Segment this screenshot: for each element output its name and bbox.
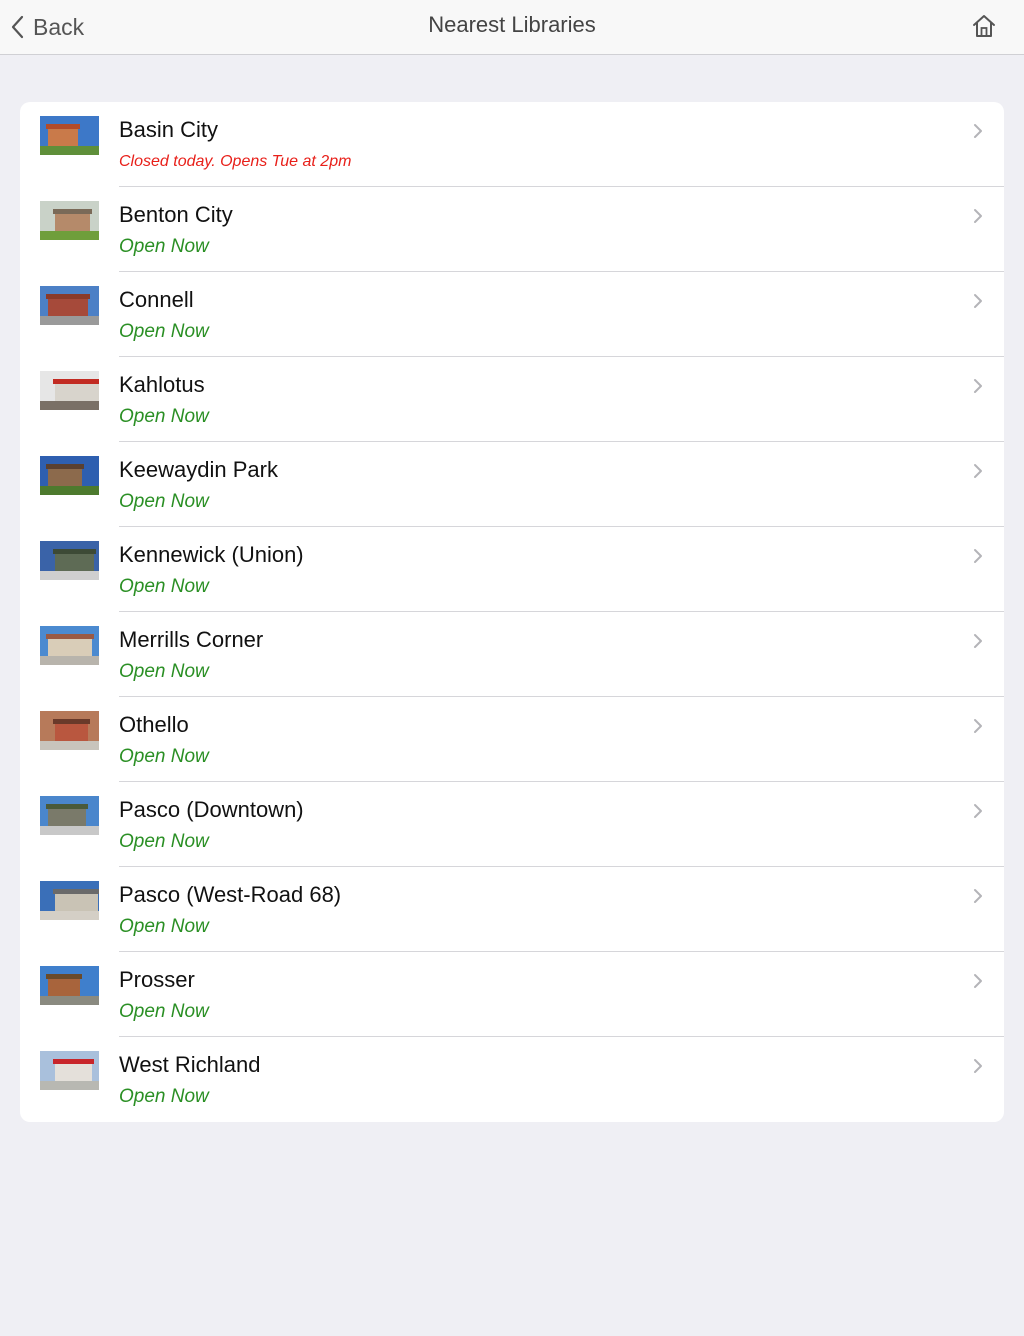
library-row[interactable]: Kahlotus Open Now — [20, 357, 1004, 442]
library-name: West Richland — [119, 1052, 261, 1077]
library-status: Open Now — [119, 576, 209, 597]
library-name: Pasco (Downtown) — [119, 797, 304, 822]
library-status: Open Now — [119, 661, 209, 682]
library-status: Open Now — [119, 1086, 209, 1107]
library-thumbnail — [40, 541, 99, 580]
library-status: Open Now — [119, 236, 209, 257]
library-status: Open Now — [119, 406, 209, 427]
chevron-right-icon — [974, 124, 982, 138]
library-name: Othello — [119, 712, 189, 737]
chevron-right-icon — [974, 974, 982, 988]
library-name: Basin City — [119, 117, 219, 142]
chevron-right-icon — [974, 294, 982, 308]
chevron-right-icon — [974, 1059, 982, 1073]
library-thumbnail — [40, 1051, 99, 1090]
library-name: Connell — [119, 287, 194, 312]
library-thumbnail — [40, 711, 99, 750]
chevron-right-icon — [974, 549, 982, 563]
home-icon[interactable] — [970, 12, 998, 40]
library-row[interactable]: Pasco (West-Road 68) Open Now — [20, 867, 1004, 952]
library-status: Open Now — [119, 1001, 209, 1022]
library-thumbnail — [40, 286, 99, 325]
library-row[interactable]: Merrills Corner Open Now — [20, 612, 1004, 697]
library-name: Keewaydin Park — [119, 457, 278, 482]
library-row[interactable]: Pasco (Downtown) Open Now — [20, 782, 1004, 867]
library-list: Basin City Closed today. Opens Tue at 2pm… — [20, 102, 1004, 1122]
library-name: Kahlotus — [119, 372, 205, 397]
library-status: Open Now — [119, 831, 209, 852]
library-thumbnail — [40, 116, 99, 155]
navigation-bar: Back Nearest Libraries — [0, 0, 1024, 55]
library-row[interactable]: Basin City Closed today. Opens Tue at 2pm — [20, 102, 1004, 187]
chevron-right-icon — [974, 804, 982, 818]
chevron-right-icon — [974, 379, 982, 393]
library-thumbnail — [40, 966, 99, 1005]
library-row[interactable]: Kennewick (Union) Open Now — [20, 527, 1004, 612]
library-thumbnail — [40, 371, 99, 410]
library-row[interactable]: Prosser Open Now — [20, 952, 1004, 1037]
library-name: Merrills Corner — [119, 627, 264, 652]
chevron-right-icon — [974, 719, 982, 733]
library-thumbnail — [40, 881, 99, 920]
chevron-right-icon — [974, 464, 982, 478]
library-row[interactable]: Keewaydin Park Open Now — [20, 442, 1004, 527]
chevron-right-icon — [974, 634, 982, 648]
library-thumbnail — [40, 456, 99, 495]
library-thumbnail — [40, 201, 99, 240]
library-status: Open Now — [119, 916, 209, 937]
chevron-right-icon — [974, 209, 982, 223]
library-row[interactable]: Othello Open Now — [20, 697, 1004, 782]
library-row[interactable]: Connell Open Now — [20, 272, 1004, 357]
library-name: Pasco (West-Road 68) — [119, 882, 342, 907]
library-row[interactable]: Benton City Open Now — [20, 187, 1004, 272]
library-thumbnail — [40, 796, 99, 835]
library-status: Open Now — [119, 746, 209, 767]
library-status: Open Now — [119, 321, 209, 342]
library-thumbnail — [40, 626, 99, 665]
library-status: Open Now — [119, 491, 209, 512]
library-name: Prosser — [119, 967, 195, 992]
page-title: Nearest Libraries — [428, 12, 596, 37]
library-name: Kennewick (Union) — [119, 542, 304, 567]
chevron-right-icon — [974, 889, 982, 903]
library-name: Benton City — [119, 202, 233, 227]
library-row[interactable]: West Richland Open Now — [20, 1037, 1004, 1122]
library-status: Closed today. Opens Tue at 2pm — [119, 153, 352, 170]
